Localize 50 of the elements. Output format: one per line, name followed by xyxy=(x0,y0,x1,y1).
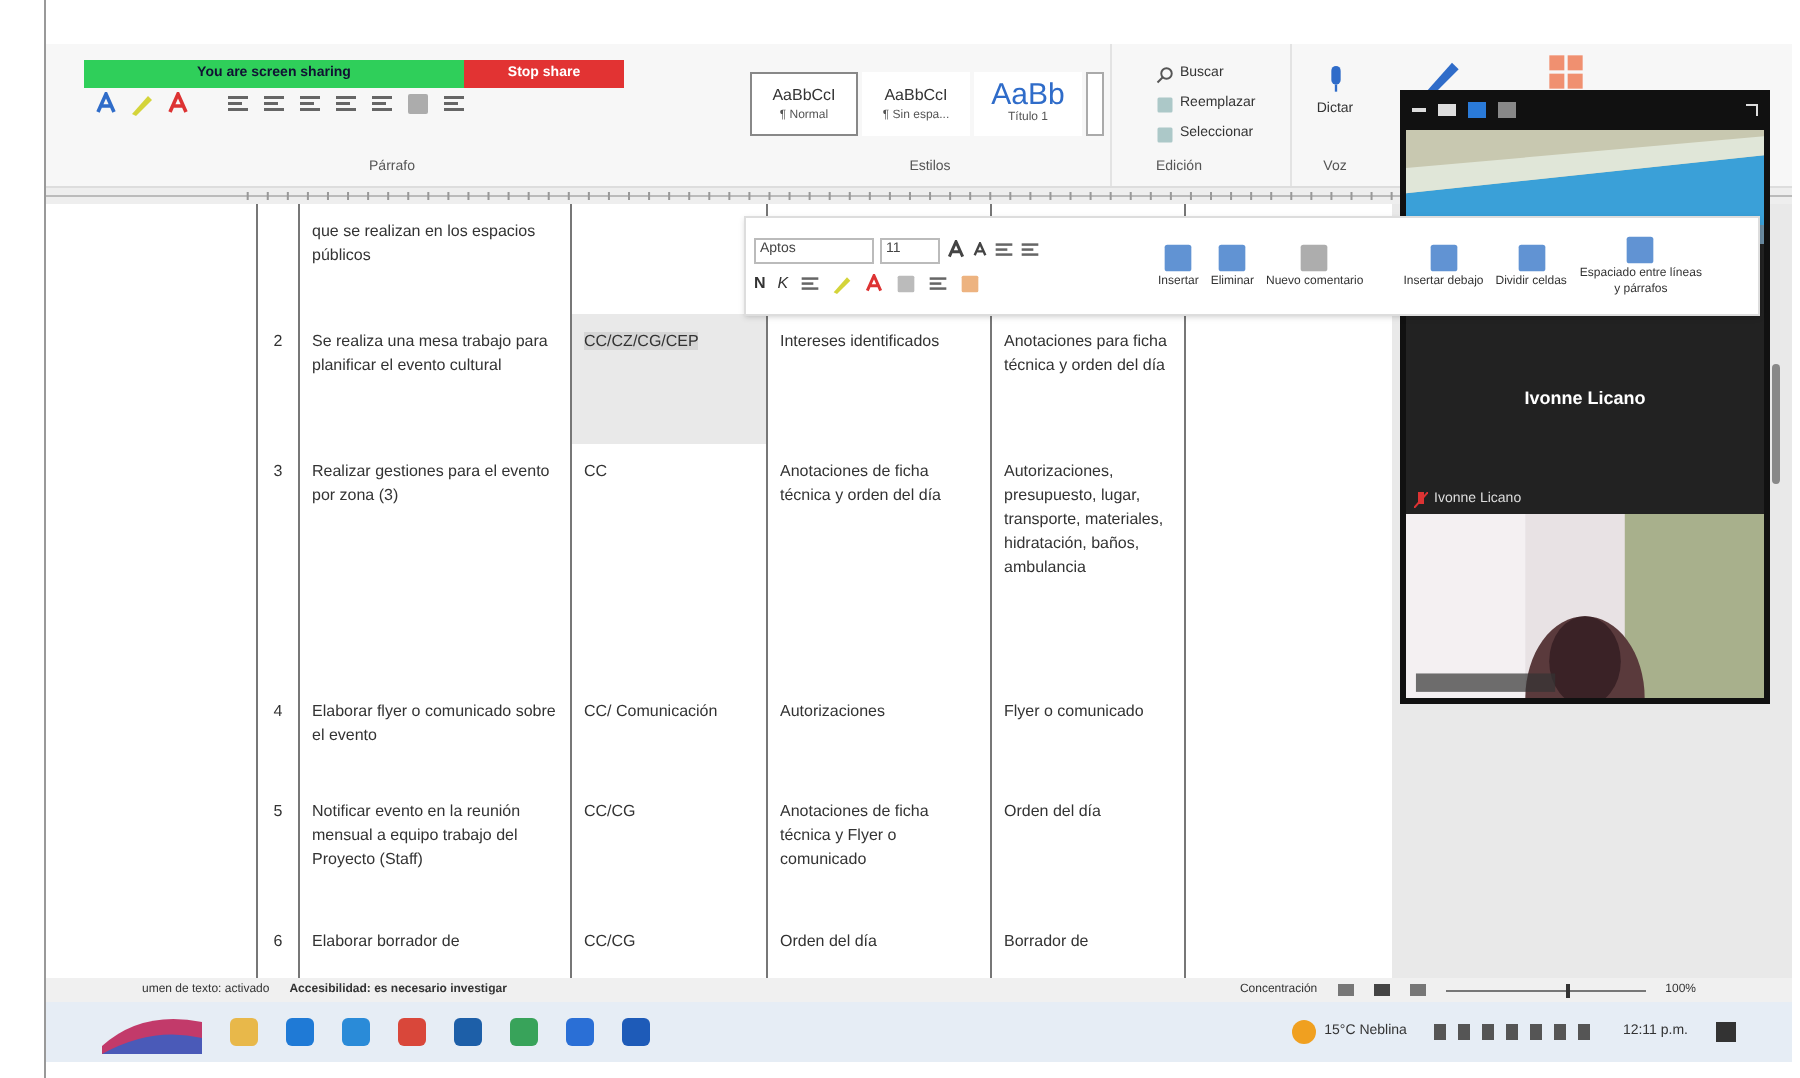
borders-icon[interactable] xyxy=(928,273,949,293)
bullets-icon[interactable] xyxy=(994,240,1014,260)
taskbar-app-icon[interactable] xyxy=(342,1018,370,1046)
row-number: 4 xyxy=(256,684,300,784)
italic-button[interactable]: K xyxy=(777,271,789,295)
style-sample: AaBbCcI xyxy=(884,83,948,107)
scrollbar-thumb[interactable] xyxy=(1772,364,1780,484)
grid-icon[interactable] xyxy=(1546,52,1586,92)
weather-icon xyxy=(1292,1020,1317,1044)
row-number xyxy=(256,204,300,314)
taskbar-app-icon[interactable] xyxy=(398,1018,426,1046)
style-sample: AaBb xyxy=(991,80,1065,110)
table-cell: Autorizaciones xyxy=(768,684,992,784)
align-icon[interactable] xyxy=(298,92,322,116)
taskbar-app-icon[interactable] xyxy=(622,1018,650,1046)
table-cell: Autorizaciones, presupuesto, lugar, transporte, materiales, hidratación, baños, ambulancia xyxy=(992,444,1186,684)
row-number: 2 xyxy=(256,314,300,444)
search-icon[interactable] xyxy=(1156,66,1174,84)
table-cell: CC/CZ/CG/CEP xyxy=(572,314,768,444)
row-number: 3 xyxy=(256,444,300,684)
taskbar-app-icon[interactable] xyxy=(566,1018,594,1046)
participant-name: Ivonne Licano xyxy=(1524,386,1646,413)
taskbar-app-icon[interactable] xyxy=(454,1018,482,1046)
borders-icon[interactable] xyxy=(442,92,466,116)
align-icon[interactable] xyxy=(262,92,286,116)
expand-icon[interactable] xyxy=(1746,104,1758,116)
table-cell: Anotaciones de ficha técnica y Flyer o comunicado xyxy=(768,784,992,914)
style-sample: AaBbCcI xyxy=(772,83,836,107)
row-number: 5 xyxy=(256,784,300,914)
web-layout-icon[interactable] xyxy=(1409,984,1426,996)
font-color-icon[interactable] xyxy=(94,92,118,116)
align-icon[interactable] xyxy=(334,92,358,116)
print-layout-icon[interactable] xyxy=(1373,984,1390,996)
align-icon[interactable] xyxy=(800,273,821,293)
bold-button[interactable]: N xyxy=(754,271,766,295)
shrink-font-icon[interactable] xyxy=(972,242,988,258)
align-icon[interactable] xyxy=(226,92,250,116)
align-icon[interactable] xyxy=(370,92,394,116)
grow-font-icon[interactable] xyxy=(946,240,966,260)
font-color-icon[interactable] xyxy=(864,273,885,293)
table-cell: Anotaciones de ficha técnica y orden del día xyxy=(768,444,992,684)
font-color-icon[interactable] xyxy=(166,92,190,116)
table-cell: Orden del día xyxy=(992,784,1186,914)
taskbar-app-icon[interactable] xyxy=(286,1018,314,1046)
taskbar-app-icon[interactable] xyxy=(510,1018,538,1046)
read-mode-icon[interactable] xyxy=(1337,984,1354,996)
table-cell: Flyer o comunicado xyxy=(992,684,1186,784)
gallery-scroll[interactable] xyxy=(1086,72,1104,136)
numbering-icon[interactable] xyxy=(1020,240,1040,260)
slider-thumb[interactable] xyxy=(1565,983,1570,997)
